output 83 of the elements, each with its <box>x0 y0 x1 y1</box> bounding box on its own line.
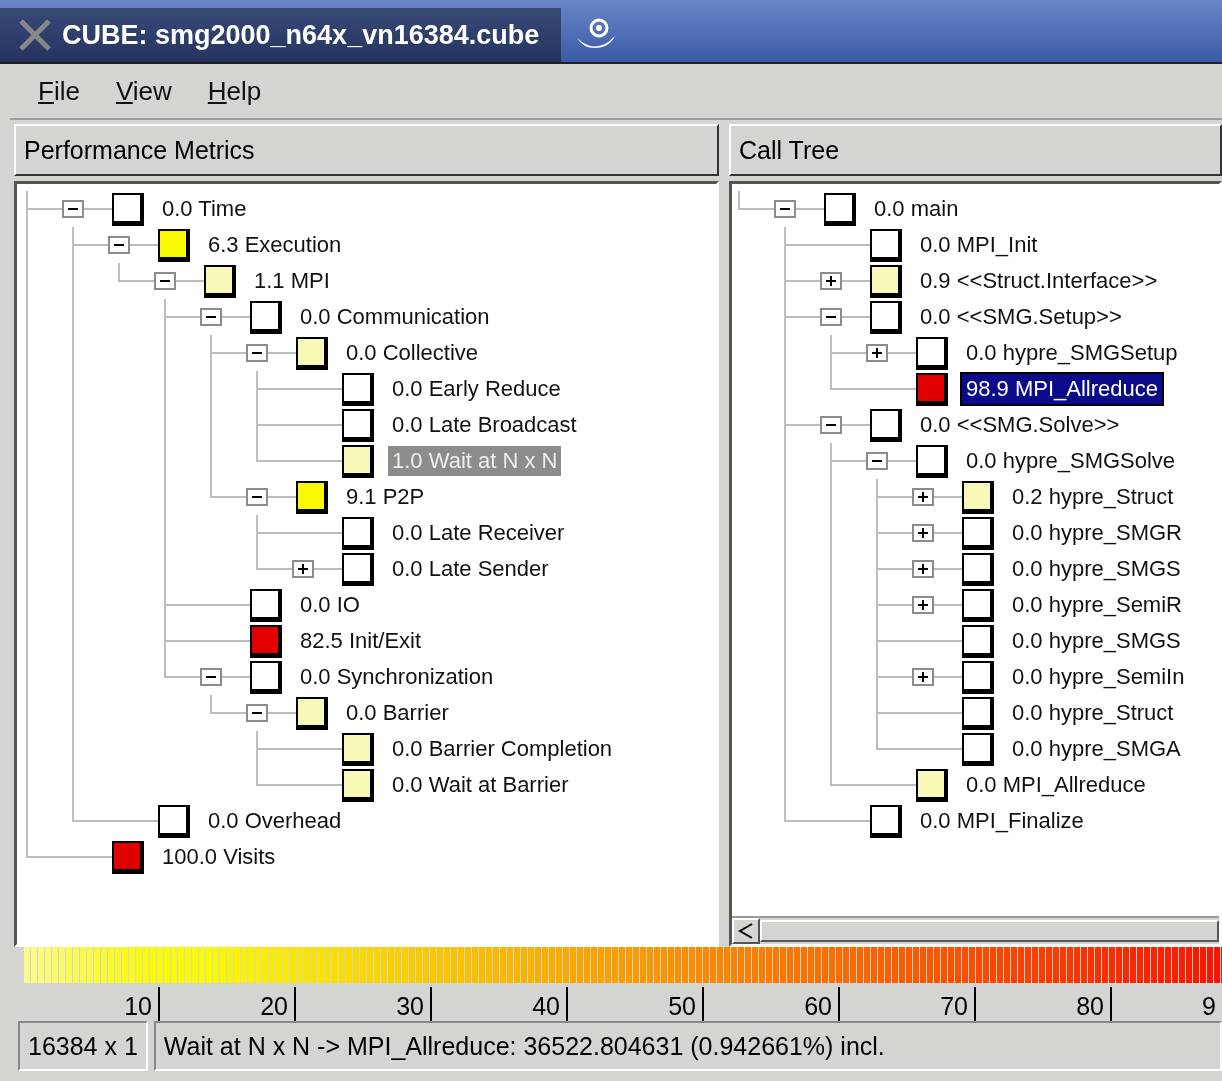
collapse-toggle[interactable] <box>820 308 842 326</box>
plus-icon <box>917 527 929 539</box>
expand-toggle[interactable] <box>912 524 934 542</box>
tree-item[interactable]: 0.0 Barrier Completion <box>388 734 617 764</box>
tree-item[interactable]: 0.9 <<Struct.Interface>> <box>916 266 1162 296</box>
expand-toggle[interactable] <box>912 488 934 506</box>
tree-item[interactable]: 0.0 hypre_SMGS <box>1008 554 1185 584</box>
scale-label: 40 <box>432 987 568 1021</box>
tree-item[interactable]: 0.0 hypre_SemiR <box>1008 590 1186 620</box>
tree-item[interactable]: 0.0 MPI_Init <box>916 230 1042 260</box>
tree-item[interactable]: 1.1 MPI <box>250 266 334 296</box>
scale-label: 30 <box>296 987 432 1021</box>
collapse-toggle[interactable] <box>200 668 222 686</box>
tree-item[interactable]: 0.0 MPI_Allreduce <box>962 770 1150 800</box>
scale-label: 20 <box>160 987 296 1021</box>
horizontal-scrollbar[interactable] <box>732 916 1219 944</box>
plus-icon <box>917 671 929 683</box>
expand-toggle[interactable] <box>866 344 888 362</box>
window-title: CUBE: smg2000_n64x_vn16384.cube <box>62 19 540 51</box>
tree-item[interactable]: 9.1 P2P <box>342 482 429 512</box>
status-info: Wait at N x N -> MPI_Allreduce: 36522.804631 (0.942661%) incl. <box>153 1021 1222 1071</box>
tree-item[interactable]: 0.0 Overhead <box>204 806 346 836</box>
collapse-toggle[interactable] <box>200 308 222 326</box>
tree-item[interactable]: 0.0 hypre_Struct <box>1008 698 1178 728</box>
collapse-toggle[interactable] <box>820 416 842 434</box>
tree-item[interactable]: 100.0 Visits <box>158 842 280 872</box>
tree-item[interactable]: 0.0 Late Broadcast <box>388 410 581 440</box>
scale-label: 80 <box>976 987 1112 1021</box>
plus-icon <box>917 563 929 575</box>
expand-toggle[interactable] <box>912 560 934 578</box>
tree-item[interactable]: 0.0 hypre_SemiIn <box>1008 662 1189 692</box>
expand-toggle[interactable] <box>292 560 314 578</box>
tree-item[interactable]: 0.0 Wait at Barrier <box>388 770 573 800</box>
panel-header: Call Tree <box>729 124 1222 176</box>
tree-item[interactable]: 0.2 hypre_Struct <box>1008 482 1178 512</box>
tree-item[interactable]: 0.0 hypre_SMGSetup <box>962 338 1182 368</box>
menu-item[interactable]: Help <box>207 75 262 107</box>
tree-item[interactable]: 6.3 Execution <box>204 230 346 260</box>
tree-item[interactable]: 82.5 Init/Exit <box>296 626 426 656</box>
panel-header: Performance Metrics <box>14 124 719 176</box>
collapse-toggle[interactable] <box>246 344 268 362</box>
tree-item[interactable]: 0.0 <<SMG.Solve>> <box>916 410 1124 440</box>
x-logo-icon <box>18 18 52 52</box>
plus-icon <box>297 563 309 575</box>
tree-item[interactable]: 0.0 Barrier <box>342 698 453 728</box>
tree-item[interactable]: 0.0 hypre_SMGSolve <box>962 446 1180 476</box>
tree-item[interactable]: 0.0 <<SMG.Setup>> <box>916 302 1126 332</box>
scale-label: 60 <box>704 987 840 1021</box>
scale-label: 10 <box>24 987 160 1021</box>
tree-item[interactable]: 0.0 hypre_SMGA <box>1008 734 1185 764</box>
plus-icon <box>917 599 929 611</box>
plus-icon <box>825 275 837 287</box>
tree-item[interactable]: 0.0 hypre_SMGS <box>1008 626 1185 656</box>
tree-item[interactable]: 0.0 Late Receiver <box>388 518 569 548</box>
status-dimensions: 16384 x 1 <box>18 1021 148 1071</box>
tree-item[interactable]: 0.0 Synchronization <box>296 662 498 692</box>
tree-item[interactable]: 0.0 hypre_SMGR <box>1008 518 1186 548</box>
scale-label: 70 <box>840 987 976 1021</box>
tree-item[interactable]: 98.9 MPI_Allreduce <box>962 374 1162 404</box>
collapse-toggle[interactable] <box>246 704 268 722</box>
tree-item[interactable]: 0.0 Late Sender <box>388 554 553 584</box>
tree-item[interactable]: 0.0 Communication <box>296 302 494 332</box>
expand-toggle[interactable] <box>912 668 934 686</box>
tree-item[interactable]: 0.0 main <box>870 194 963 224</box>
collapse-toggle[interactable] <box>866 452 888 470</box>
collapse-toggle[interactable] <box>108 236 130 254</box>
collapse-toggle[interactable] <box>774 200 796 218</box>
collapse-toggle[interactable] <box>62 200 84 218</box>
plus-icon <box>917 491 929 503</box>
tree-item[interactable]: 0.0 Time <box>158 194 251 224</box>
plus-icon <box>871 347 883 359</box>
collapse-toggle[interactable] <box>246 488 268 506</box>
scale-label: 9 <box>1201 991 1217 1021</box>
tree-item[interactable]: 0.0 IO <box>296 590 364 620</box>
tree-item[interactable]: 0.0 Collective <box>342 338 483 368</box>
tree-item[interactable]: 0.0 MPI_Finalize <box>916 806 1088 836</box>
scale-label: 50 <box>568 987 704 1021</box>
menu-item[interactable]: File <box>38 75 80 107</box>
menu-item[interactable]: View <box>115 75 172 107</box>
tree-item[interactable]: 0.0 Early Reduce <box>388 374 565 404</box>
expand-toggle[interactable] <box>820 272 842 290</box>
collapse-toggle[interactable] <box>154 272 176 290</box>
expand-toggle[interactable] <box>912 596 934 614</box>
